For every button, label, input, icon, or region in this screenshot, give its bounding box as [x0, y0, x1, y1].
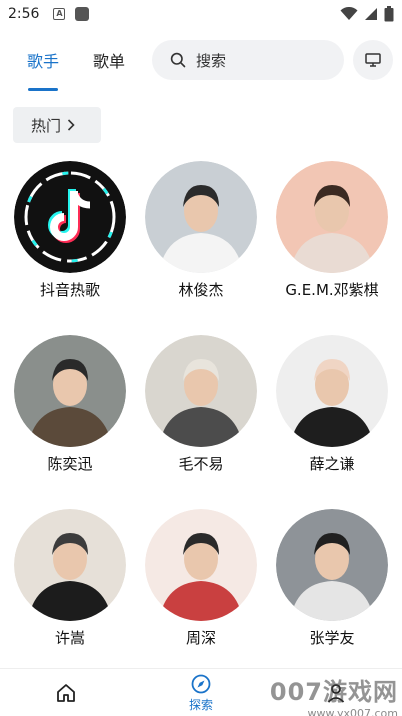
artist-name: G.E.M.邓紫棋: [285, 281, 379, 299]
artist-avatar: [14, 509, 126, 621]
watermark-main: 007游戏网: [269, 678, 398, 706]
nav-explore-label: 探索: [188, 697, 213, 712]
artist-name: 毛不易: [178, 455, 224, 473]
artist-name: 张学友: [309, 629, 355, 647]
signal-icon: [365, 8, 377, 20]
artist-avatar: [276, 335, 388, 447]
active-tab-indicator: [28, 88, 58, 91]
search-placeholder: 搜索: [196, 51, 227, 70]
search-icon: [170, 52, 186, 68]
artist-name: 许嵩: [54, 629, 85, 647]
artist-name: 周深: [185, 629, 216, 647]
artist-name: 林俊杰: [178, 281, 224, 299]
nav-home[interactable]: [48, 669, 84, 716]
notification-a-icon: A: [53, 8, 66, 20]
battery-icon: [384, 6, 394, 22]
artist-avatar: [145, 509, 257, 621]
hot-filter-chip[interactable]: 热门: [13, 107, 101, 143]
tab-singers[interactable]: 歌手: [27, 48, 59, 72]
tab-playlists[interactable]: 歌单: [93, 48, 125, 72]
artist-name: 陈奕迅: [47, 455, 93, 473]
notification-app-icon: [75, 7, 90, 21]
artist-name: 薛之谦: [309, 455, 355, 473]
artist-avatar: [276, 161, 388, 273]
cast-screen-button[interactable]: [353, 40, 393, 80]
home-icon: [57, 684, 75, 702]
status-time: 2:56: [8, 6, 40, 22]
top-header: 歌手 歌单 搜索: [0, 36, 402, 91]
artist-avatar: [14, 161, 126, 273]
nav-explore[interactable]: 探索: [178, 669, 224, 716]
chevron-right-icon: [67, 119, 75, 131]
artist-avatar: [145, 335, 257, 447]
search-input[interactable]: 搜索: [152, 40, 344, 80]
status-bar: 2:56 A: [0, 0, 402, 28]
wifi-icon: [340, 7, 358, 20]
hot-filter-label: 热门: [31, 116, 62, 135]
artist-avatar: [145, 161, 257, 273]
artist-avatar: [276, 509, 388, 621]
artist-avatar: [14, 335, 126, 447]
compass-icon: [191, 674, 211, 693]
artist-name: 抖音热歌: [39, 281, 100, 299]
watermark-sub: www.yx007.com: [307, 707, 398, 716]
tv-icon: [365, 53, 381, 67]
watermark: 007游戏网 www.yx007.com: [270, 672, 398, 716]
